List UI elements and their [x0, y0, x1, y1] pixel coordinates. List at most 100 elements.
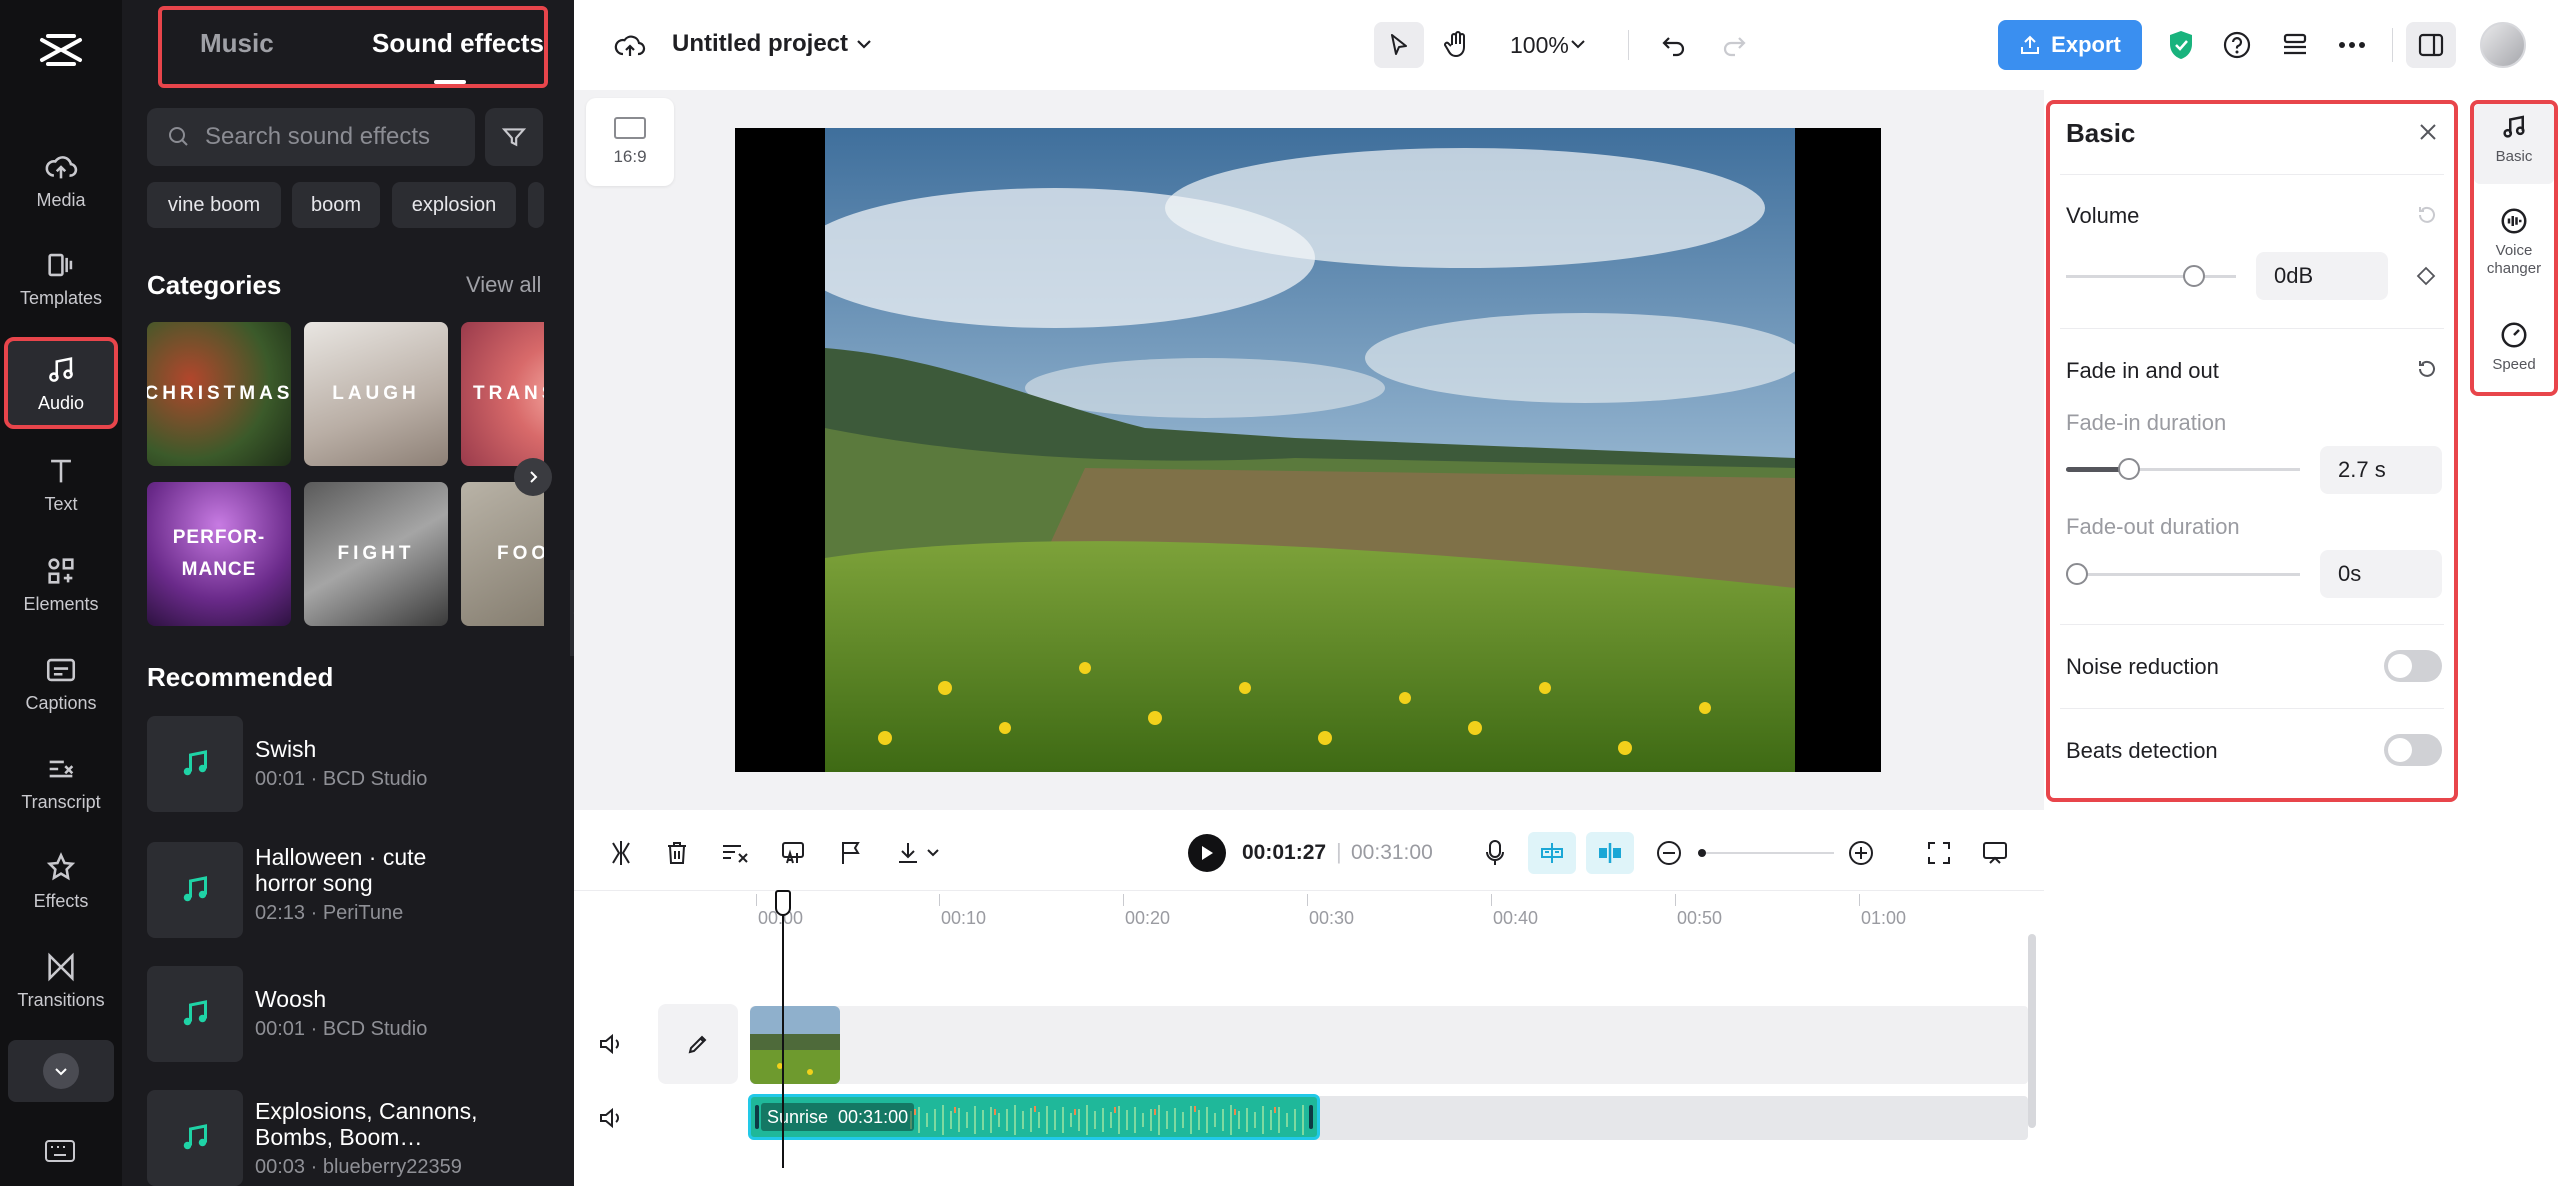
close-icon[interactable] [2414, 118, 2442, 146]
divider [2060, 624, 2444, 625]
tab-music[interactable]: Music [200, 28, 274, 59]
audio-track-mute-icon[interactable] [594, 1102, 628, 1134]
sound-meta: 00:01 · BCD Studio [255, 1018, 428, 1040]
category-food[interactable]: FOO [461, 482, 544, 626]
rail-audio[interactable]: Audio [4, 337, 118, 429]
chevron-down-icon[interactable] [852, 32, 876, 56]
clip-handle-right[interactable] [1309, 1105, 1313, 1129]
keyboard-icon[interactable] [40, 1136, 80, 1166]
keyframe-icon[interactable] [2412, 262, 2440, 290]
templates-icon [48, 253, 73, 276]
chevron-down-icon[interactable] [1568, 34, 1588, 54]
project-name[interactable]: Untitled project [672, 30, 848, 58]
noise-reduction-toggle[interactable] [2384, 650, 2442, 682]
fade-out-value[interactable]: 0s [2320, 550, 2442, 598]
chip-explosion[interactable]: explosion [392, 182, 516, 228]
beats-detection-toggle[interactable] [2384, 734, 2442, 766]
tab-basic[interactable]: Basic [2474, 112, 2554, 166]
rail-media[interactable]: Media [0, 134, 122, 226]
more-icon[interactable] [2334, 28, 2370, 62]
speed-icon [2501, 322, 2527, 348]
list-item[interactable]: Explosions, Cannons, Bombs, Boom… 00:03 … [147, 1090, 547, 1186]
reset-icon[interactable] [2414, 356, 2440, 382]
playhead[interactable] [782, 892, 784, 1168]
shield-check-icon[interactable] [2164, 26, 2198, 64]
rail-elements[interactable]: Elements [0, 538, 122, 630]
rail-templates[interactable]: Templates [0, 232, 122, 324]
music-note-icon [147, 716, 243, 812]
volume-slider-knob[interactable] [2182, 265, 2205, 287]
fade-in-slider[interactable] [2066, 457, 2300, 481]
audio-clip[interactable]: Sunrise 00:31:00 [748, 1094, 1320, 1140]
view-all-link[interactable]: View all [466, 272, 541, 298]
zoom-level[interactable]: 100% [1510, 32, 1569, 59]
category-transition[interactable]: TRANSI [461, 322, 544, 466]
category-fight[interactable]: FIGHT [304, 482, 448, 626]
rail-more-button[interactable] [8, 1040, 114, 1102]
rail-transcript[interactable]: Transcript [0, 736, 122, 828]
list-item[interactable]: Swish 00:01 · BCD Studio [147, 716, 547, 812]
fade-out-knob[interactable] [2066, 563, 2088, 585]
rail-media-label: Media [36, 189, 86, 210]
rail-transitions[interactable]: Transitions [0, 934, 122, 1026]
list-item[interactable]: Woosh 00:01 · BCD Studio [147, 966, 547, 1062]
categories-next-button[interactable] [514, 458, 552, 496]
search-input[interactable]: Search sound effects [147, 108, 475, 166]
aspect-ratio-button[interactable]: 16:9 [586, 98, 674, 186]
export-button[interactable]: Export [1998, 20, 2142, 70]
list-item[interactable]: Halloween · cute horror song 02:13 · Per… [147, 842, 547, 938]
fade-in-label: Fade-in duration [2066, 410, 2227, 435]
fade-out-slider[interactable] [2066, 562, 2300, 586]
redo-icon[interactable] [1716, 28, 1752, 64]
avatar[interactable] [2480, 22, 2526, 68]
timeline-scrollbar[interactable] [2028, 934, 2036, 1128]
transcript-icon [49, 760, 74, 777]
sound-name: Explosions, Cannons, Bombs, Boom… [255, 1098, 478, 1150]
chip-overflow[interactable] [528, 182, 544, 228]
category-christmas[interactable]: CHRISTMAS [147, 322, 291, 466]
reset-icon[interactable] [2414, 202, 2440, 228]
sound-name: Woosh [255, 986, 327, 1012]
undo-icon[interactable] [1656, 28, 1692, 64]
video-track-mute-icon[interactable] [594, 1028, 628, 1060]
help-icon[interactable] [2220, 28, 2254, 62]
aspect-ratio-label: 16:9 [613, 147, 647, 166]
rail-effects[interactable]: Effects [0, 835, 122, 927]
select-tool-button[interactable] [1374, 22, 1424, 68]
rail-captions[interactable]: Captions [0, 637, 122, 729]
tab-speed[interactable]: Speed [2474, 320, 2554, 374]
tab-voice-changer[interactable]: Voice changer [2474, 206, 2554, 278]
cloud-save-icon[interactable] [610, 26, 650, 66]
divider [1628, 30, 1629, 60]
fade-label: Fade in and out [2066, 358, 2219, 383]
playhead-handle[interactable] [775, 890, 791, 916]
volume-slider[interactable] [2066, 264, 2236, 288]
divider [2392, 28, 2393, 62]
edit-cover-button[interactable] [658, 1004, 738, 1084]
filter-button[interactable] [485, 108, 543, 166]
volume-label: Volume [2066, 203, 2140, 228]
rail-text[interactable]: Text [0, 438, 122, 530]
layers-icon[interactable] [2278, 28, 2312, 62]
rail-audio-label: Audio [37, 392, 85, 413]
tab-speed-label: Speed [2492, 356, 2536, 373]
video-track [750, 1006, 2028, 1084]
toggle-panel-button[interactable] [2406, 22, 2456, 68]
category-laugh[interactable]: LAUGH [304, 322, 448, 466]
category-performance[interactable]: PERFOR- MANCE [147, 482, 291, 626]
fade-in-value[interactable]: 2.7 s [2320, 446, 2442, 494]
video-preview[interactable] [735, 128, 1881, 772]
volume-value[interactable]: 0dB [2256, 252, 2388, 300]
music-note-icon [147, 1090, 243, 1186]
video-clip[interactable] [750, 1006, 840, 1084]
hand-icon [1444, 31, 1465, 58]
sidebar-icon [2418, 33, 2444, 57]
chip-vine-boom[interactable]: vine boom [147, 182, 281, 228]
tab-sound-effects[interactable]: Sound effects [372, 28, 544, 59]
chip-boom[interactable]: boom [292, 182, 380, 228]
clip-handle-left[interactable] [755, 1105, 759, 1129]
hand-tool-button[interactable] [1434, 22, 1480, 68]
fade-in-knob[interactable] [2118, 458, 2141, 480]
left-rail: Media Templates Audio Text Elements Capt… [0, 0, 122, 1186]
tick-label: 00:40 [1490, 894, 1539, 928]
